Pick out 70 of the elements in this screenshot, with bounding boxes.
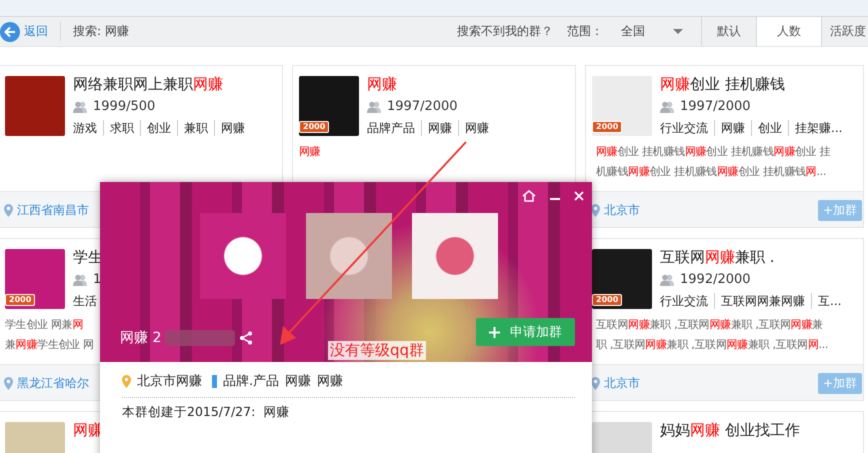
group-description: 网赚创业 挂机赚钱网赚创业 挂机赚钱网赚创业 挂 [596, 144, 830, 160]
tag-label: 网赚 [458, 120, 489, 136]
member-count: 1997/2000 [387, 99, 458, 115]
group-title[interactable]: 网络兼职网上兼职网赚 [73, 74, 245, 94]
group-description: 学生创业 网兼网 [5, 317, 84, 333]
location-pin-icon [4, 204, 13, 216]
level-badge: 2000 [592, 294, 622, 306]
caret-icon [673, 28, 683, 34]
tag-label: 行业交流 [660, 120, 708, 136]
location-pin-icon [122, 374, 131, 388]
level-badge: 2000 [592, 121, 622, 133]
members-icon [660, 274, 674, 286]
tag-label: 生活 [73, 293, 97, 309]
created-date-text: 本群创建于2015/7/27: 网赚 [121, 403, 290, 421]
close-icon[interactable] [574, 191, 584, 201]
help-link[interactable]: 搜索不到我的群？ [457, 23, 553, 40]
location-link[interactable]: 北京市 [604, 202, 640, 218]
group-avatar-image [5, 76, 65, 136]
tag-label: 兼职 [177, 120, 208, 136]
annotation-text: 没有等级qq群 [328, 341, 426, 360]
member-count: 1999/500 [93, 99, 156, 115]
group-description: 网赚 [299, 144, 320, 160]
level-badge: 2000 [299, 121, 330, 133]
tag-label: 互... [811, 293, 842, 309]
location-link[interactable]: 北京市 [604, 374, 640, 392]
member-count: 1 [93, 272, 102, 288]
group-title[interactable]: 网赚 [367, 74, 489, 94]
tag-label: 游戏 [73, 120, 97, 136]
group-description: 机赚钱网赚创业 挂机赚钱网赚创业 挂机赚钱网... [596, 164, 826, 180]
location-label: 北京市网赚 [137, 373, 202, 390]
scope-dropdown[interactable]: 全国 [607, 17, 701, 46]
location-link[interactable]: 黑龙江省哈尔 [17, 374, 89, 392]
tag-label: 网赚 [285, 373, 312, 390]
location-pin-icon [4, 376, 13, 390]
member-count: 1992/2000 [680, 272, 751, 288]
group-description: 职 ,互联网网赚兼职 ,互联网网赚兼职 ,互联网网... [596, 337, 828, 353]
group-description: 兼网赚学生创业 网 [5, 337, 94, 353]
location-link[interactable]: 江西省南昌市 [17, 202, 89, 218]
group-name: 网赚 2 [120, 329, 162, 347]
tag-label: 网赚 [214, 120, 245, 136]
member-count: 1997/2000 [680, 99, 751, 115]
back-button[interactable]: 返回 [0, 22, 61, 41]
home-icon[interactable] [522, 190, 536, 202]
scope-label: 范围： [567, 23, 603, 40]
tag-label: 网赚 [317, 373, 344, 390]
tag-label: 挂架赚... [788, 120, 842, 136]
level-badge: 2000 [5, 294, 36, 306]
group-title[interactable]: 网赚创业 挂机赚钱 [660, 74, 842, 94]
tag-label: 网赚 [714, 120, 745, 136]
members-icon [73, 101, 87, 113]
tag-label: 创业 [751, 120, 782, 136]
tag-label: 品牌.产品 [223, 373, 280, 390]
tag-label: 行业交流 [660, 293, 708, 309]
sort-tab[interactable]: 活跃度 [821, 17, 868, 46]
members-icon [660, 101, 674, 113]
group-description: 互联网网赚兼职 ,互联网网赚兼职 ,互联网网赚兼 [596, 317, 823, 333]
tag-label: 互联网网兼网赚 [714, 293, 805, 309]
tag-label: 创业 [140, 120, 171, 136]
search-query-label: 搜索: 网赚 [73, 23, 129, 40]
members-icon [367, 101, 381, 113]
group-title[interactable]: 互联网网赚兼职 . [660, 247, 842, 267]
tag-label: 品牌产品 [367, 120, 415, 136]
tag-label: 网赚 [421, 120, 452, 136]
blurred-number [165, 330, 236, 346]
plus-icon [489, 326, 500, 338]
sort-tab[interactable]: 人数 [756, 17, 821, 46]
tag-label: 求职 [103, 120, 134, 136]
share-icon[interactable] [239, 331, 254, 345]
members-icon [73, 274, 87, 286]
tag-marker-icon [212, 374, 217, 388]
